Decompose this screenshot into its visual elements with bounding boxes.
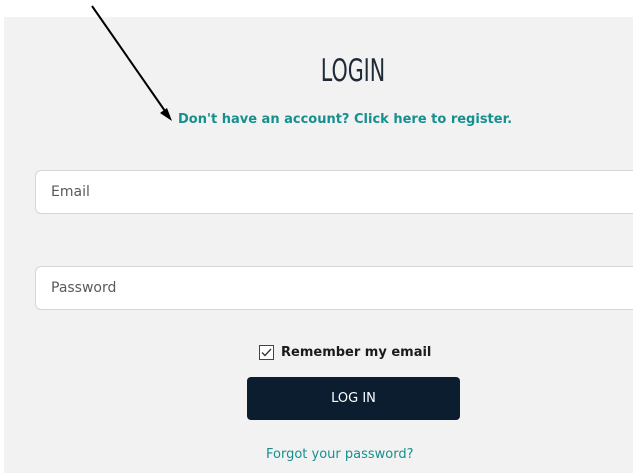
password-field[interactable] — [35, 266, 633, 310]
remember-email-toggle[interactable]: Remember my email — [259, 342, 431, 362]
register-link[interactable]: Don't have an account? Click here to reg… — [178, 111, 512, 129]
forgot-password-link[interactable]: Forgot your password? — [266, 446, 414, 464]
email-field[interactable] — [35, 170, 633, 214]
remember-email-checkbox[interactable] — [259, 344, 274, 360]
page-title: LOGIN — [320, 53, 386, 89]
remember-email-label: Remember my email — [281, 344, 432, 360]
login-button[interactable]: LOG IN — [247, 377, 460, 420]
screenshot-stage: LOGIN Don't have an account? Click here … — [0, 0, 633, 473]
checkmark-icon — [261, 348, 272, 356]
